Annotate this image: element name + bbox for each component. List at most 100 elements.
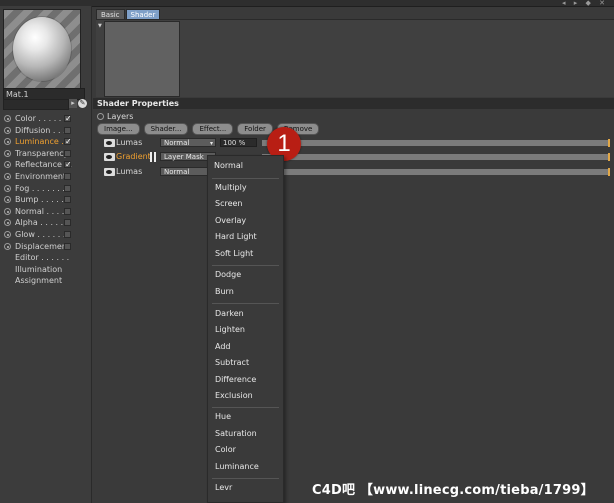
checkbox-icon[interactable]: [64, 149, 71, 157]
channel-editor[interactable]: Editor . . . . . .: [3, 252, 89, 264]
menu-item-subtract[interactable]: Subtract: [215, 358, 249, 367]
material-field[interactable]: [3, 99, 69, 110]
slider-handle[interactable]: [608, 153, 610, 161]
menu-item-overlay[interactable]: Overlay: [215, 216, 246, 225]
menu-separator: [212, 303, 279, 304]
checkbox-icon[interactable]: [64, 230, 71, 238]
layers-radio-icon[interactable]: [97, 113, 104, 120]
tab-bar: Basic Shader: [96, 9, 161, 21]
channel-luminance[interactable]: Luminance . . ✓: [3, 136, 89, 148]
channel-illumination[interactable]: Illumination: [3, 264, 89, 276]
reset-icon[interactable]: ✎: [78, 99, 87, 108]
menu-item-levr[interactable]: Levr: [215, 483, 232, 492]
menu-item-hard-light[interactable]: Hard Light: [215, 232, 257, 241]
menu-item-color[interactable]: Color: [215, 445, 236, 454]
layer-name: Gradient: [116, 152, 151, 161]
folder-button[interactable]: Folder: [237, 123, 273, 135]
layer-row[interactable]: Lumas Normal: [104, 167, 614, 177]
menu-item-hue[interactable]: Hue: [215, 412, 231, 421]
dropdown-arrow-icon: ▾: [209, 140, 213, 147]
channel-label: Editor . . . . . .: [15, 253, 70, 263]
checkbox-checked-icon[interactable]: ✓: [64, 138, 72, 146]
opacity-field[interactable]: 100 %: [220, 138, 257, 147]
channel-radio-icon[interactable]: [4, 242, 11, 250]
material-panel: Mat.1 ▸ ✎ Color . . . . . . ✓ Diffusion …: [0, 6, 92, 503]
checkbox-checked-icon[interactable]: ✓: [64, 115, 72, 123]
layer-row[interactable]: Gradient Layer Mask: [104, 152, 614, 162]
channel-assignment[interactable]: Assignment: [3, 275, 89, 287]
checkbox-icon[interactable]: [64, 207, 71, 215]
menu-item-lighten[interactable]: Lighten: [215, 325, 245, 334]
channel-diffusion[interactable]: Diffusion . . . .: [3, 125, 89, 137]
menu-item-add[interactable]: Add: [215, 342, 231, 351]
channel-radio-icon[interactable]: [4, 207, 11, 215]
menu-item-screen[interactable]: Screen: [215, 199, 243, 208]
menu-item-normal[interactable]: Normal: [214, 161, 243, 170]
checkbox-icon[interactable]: [64, 242, 71, 250]
menu-separator: [212, 265, 279, 266]
blend-mode-dropdown[interactable]: Normal ▾: [160, 138, 216, 147]
layers-group[interactable]: Layers: [97, 112, 133, 122]
layer-name: Lumas: [116, 138, 143, 147]
channel-radio-icon[interactable]: [4, 219, 11, 227]
checkbox-checked-icon[interactable]: ✓: [64, 161, 72, 169]
menu-item-difference[interactable]: Difference: [215, 375, 256, 384]
effect-button[interactable]: Effect...: [192, 123, 234, 135]
opacity-slider[interactable]: [262, 154, 608, 160]
channel-radio-icon[interactable]: [4, 161, 11, 169]
channel-radio-icon[interactable]: [4, 149, 11, 157]
channel-fog[interactable]: Fog . . . . . . .: [3, 183, 89, 195]
shader-preview[interactable]: ▼: [98, 21, 180, 97]
opacity-slider[interactable]: [262, 169, 608, 175]
shader-button[interactable]: Shader...: [143, 123, 189, 135]
channel-list: Color . . . . . . ✓ Diffusion . . . . Lu…: [3, 113, 89, 287]
eye-icon[interactable]: [104, 168, 115, 176]
channel-radio-icon[interactable]: [4, 184, 11, 192]
collapse-arrow-icon[interactable]: ▼: [98, 23, 102, 29]
channel-color[interactable]: Color . . . . . . ✓: [3, 113, 89, 125]
channel-radio-icon[interactable]: [4, 196, 11, 204]
eye-icon[interactable]: [104, 153, 115, 161]
channel-glow[interactable]: Glow . . . . . .: [3, 229, 89, 241]
shader-area: ▼: [96, 19, 614, 97]
menu-item-luminance[interactable]: Luminance: [215, 462, 259, 471]
channel-label: Color . . . . . .: [15, 114, 67, 123]
channel-displacement[interactable]: Displacement: [3, 241, 89, 253]
opacity-slider[interactable]: [262, 140, 608, 146]
channel-label: Transparency: [15, 148, 69, 158]
slider-handle[interactable]: [608, 168, 610, 176]
eye-icon[interactable]: [104, 139, 115, 147]
menu-item-burn[interactable]: Burn: [215, 287, 234, 296]
channel-radio-icon[interactable]: [4, 230, 11, 238]
checkbox-icon[interactable]: [64, 126, 71, 134]
channel-radio-icon[interactable]: [4, 172, 11, 180]
checkbox-icon[interactable]: [64, 196, 71, 204]
checkbox-icon[interactable]: [64, 184, 71, 192]
material-controls: ▸ ✎: [3, 99, 87, 110]
channel-label: Assignment: [15, 276, 63, 286]
layer-row[interactable]: Lumas Normal ▾ 100 %: [104, 138, 614, 148]
checkbox-icon[interactable]: [64, 172, 71, 180]
channel-radio-icon[interactable]: [4, 115, 11, 122]
material-preview[interactable]: [3, 9, 81, 89]
expand-arrow-icon[interactable]: ▸: [69, 99, 77, 108]
channel-transparency[interactable]: Transparency: [3, 148, 89, 160]
menu-item-saturation[interactable]: Saturation: [215, 429, 257, 438]
channel-alpha[interactable]: Alpha . . . . . .: [3, 217, 89, 229]
channel-radio-icon[interactable]: [4, 138, 11, 146]
channel-environment[interactable]: Environment: [3, 171, 89, 183]
menu-item-exclusion[interactable]: Exclusion: [215, 391, 253, 400]
channel-normal[interactable]: Normal . . . . .: [3, 206, 89, 218]
slider-handle[interactable]: [608, 139, 610, 147]
menu-item-multiply[interactable]: Multiply: [215, 183, 247, 192]
channel-radio-icon[interactable]: [4, 126, 11, 134]
mask-link-icon: [149, 152, 157, 162]
channel-reflectance[interactable]: Reflectance . . ✓: [3, 159, 89, 171]
menu-item-darken[interactable]: Darken: [215, 309, 244, 318]
menu-item-soft-light[interactable]: Soft Light: [215, 249, 253, 258]
window-controls-icon[interactable]: ◂ ▸ ◆ ✕: [562, 0, 608, 7]
menu-item-dodge[interactable]: Dodge: [215, 270, 241, 279]
image-button[interactable]: Image...: [97, 123, 140, 135]
channel-bump[interactable]: Bump . . . . . .: [3, 194, 89, 206]
checkbox-icon[interactable]: [64, 219, 71, 227]
